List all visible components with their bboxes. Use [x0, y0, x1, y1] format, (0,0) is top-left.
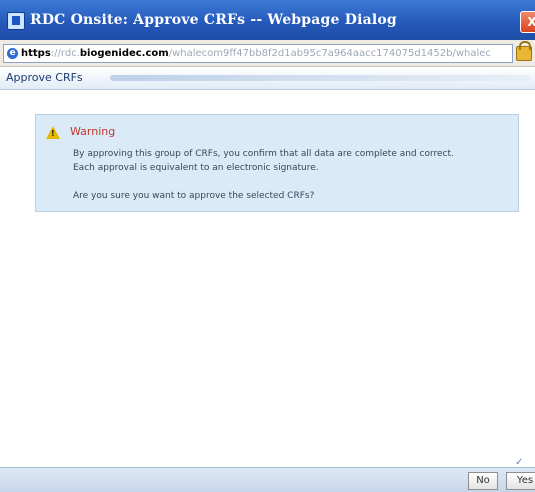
header-decoration	[110, 75, 530, 81]
warning-panel: ! Warning By approving this group of CRF…	[35, 114, 519, 212]
yes-button[interactable]: Yes	[506, 472, 535, 490]
url-faded-path: /whalecom9ff47bb8f2d1ab95c7a964aacc17407…	[168, 48, 491, 59]
warning-message-line2: Each approval is equivalent to an electr…	[73, 163, 319, 173]
lock-icon[interactable]	[516, 41, 532, 61]
window-title: RDC Onsite: Approve CRFs -- Webpage Dial…	[30, 12, 397, 28]
ie-window-icon	[7, 12, 25, 30]
warning-title: Warning	[70, 125, 116, 138]
url-domain: biogenidec.com	[79, 48, 169, 59]
page-title: Approve CRFs	[6, 71, 83, 84]
warning-icon: !	[46, 126, 60, 139]
confirmation-question: Are you sure you want to approve the sel…	[73, 191, 315, 201]
title-bar: RDC Onsite: Approve CRFs -- Webpage Dial…	[0, 0, 535, 40]
close-button[interactable]: X	[520, 11, 535, 33]
ie-page-icon: e	[7, 47, 18, 59]
address-bar: e https://rdc.biogenidec.com/whalecom9ff4…	[0, 40, 535, 67]
url-scheme: https	[21, 48, 51, 59]
page-header: Approve CRFs	[0, 67, 535, 90]
warning-message-line1: By approving this group of CRFs, you con…	[73, 149, 454, 159]
url-faded-prefix: ://rdc.	[50, 48, 80, 59]
url-field[interactable]: e https://rdc.biogenidec.com/whalecom9ff4…	[3, 44, 513, 63]
no-button[interactable]: No	[468, 472, 498, 490]
dialog-footer: No Yes	[0, 467, 535, 492]
